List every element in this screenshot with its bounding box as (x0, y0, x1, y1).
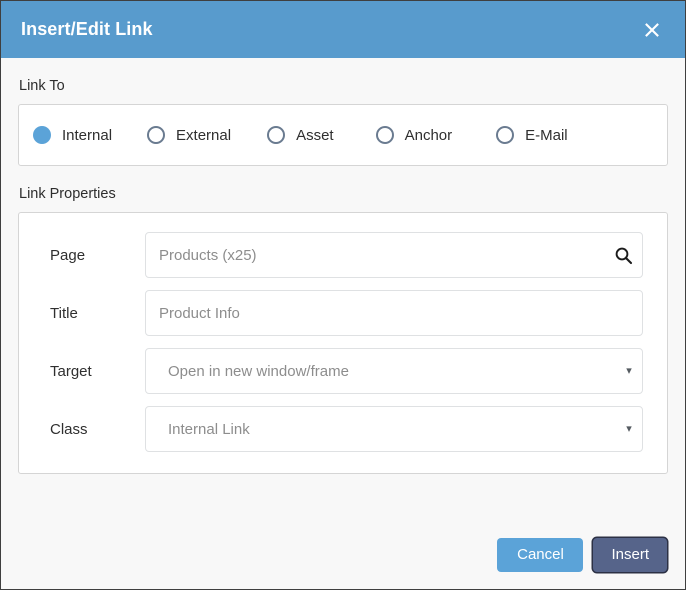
link-to-options-panel: Internal External Asset Anchor E-Mail (18, 104, 668, 166)
radio-indicator-anchor (375, 126, 394, 144)
link-properties-panel: Page Products (x25) Title Product Info T… (18, 212, 668, 474)
field-label-title: Title (50, 304, 78, 322)
radio-label-anchor: Anchor (404, 126, 453, 144)
radio-option-anchor[interactable]: Anchor (375, 126, 453, 144)
search-icon[interactable] (604, 246, 642, 265)
field-label-class: Class (50, 420, 88, 438)
field-row-class: Class Internal Link ▾ (19, 405, 667, 453)
dialog-title: Insert/Edit Link (21, 19, 153, 39)
insert-edit-link-dialog: Insert/Edit Link Link To Internal Extern… (0, 0, 686, 590)
radio-indicator-email (496, 126, 515, 144)
title-input-value: Product Info (159, 304, 240, 322)
radio-option-external[interactable]: External (147, 126, 231, 144)
field-row-target: Target Open in new window/frame ▾ (19, 347, 667, 395)
insert-button[interactable]: Insert (593, 538, 667, 572)
radio-label-email: E-Mail (525, 126, 568, 144)
field-control-target: Open in new window/frame ▾ (145, 348, 643, 394)
class-select[interactable]: Internal Link ▾ (145, 406, 643, 452)
radio-option-asset[interactable]: Asset (267, 126, 334, 144)
field-label-page: Page (50, 246, 86, 264)
link-properties-section-label: Link Properties (19, 186, 116, 202)
radio-label-internal: Internal (62, 126, 113, 144)
class-select-value: Internal Link (168, 420, 250, 438)
radio-option-internal[interactable]: Internal (33, 126, 112, 144)
dialog-footer: Cancel Insert (1, 521, 685, 589)
radio-label-asset: Asset (296, 126, 334, 144)
radio-indicator-internal (33, 126, 51, 144)
radio-indicator-external (147, 126, 166, 144)
field-row-page: Page Products (x25) (19, 231, 667, 279)
page-input[interactable]: Products (x25) (145, 232, 643, 278)
field-label-target: Target (50, 362, 92, 380)
radio-label-external: External (176, 126, 232, 144)
radio-indicator-asset (267, 126, 286, 144)
target-select-value: Open in new window/frame (168, 362, 349, 380)
dialog-titlebar: Insert/Edit Link (1, 1, 685, 58)
radio-option-email[interactable]: E-Mail (496, 126, 568, 144)
field-control-page: Products (x25) (145, 232, 643, 278)
cancel-button[interactable]: Cancel (497, 538, 584, 572)
field-control-class: Internal Link ▾ (145, 406, 643, 452)
link-to-section-label: Link To (19, 78, 65, 94)
chevron-down-icon: ▾ (626, 422, 632, 435)
chevron-down-icon: ▾ (626, 364, 632, 377)
dialog-body: Link To Internal External Asset Anchor E… (1, 58, 685, 474)
field-control-title: Product Info (145, 290, 643, 336)
field-row-title: Title Product Info (19, 289, 667, 337)
target-select[interactable]: Open in new window/frame ▾ (145, 348, 643, 394)
close-button[interactable] (637, 15, 667, 45)
page-input-value: Products (x25) (159, 246, 257, 264)
close-icon (642, 20, 662, 40)
title-input[interactable]: Product Info (145, 290, 643, 336)
